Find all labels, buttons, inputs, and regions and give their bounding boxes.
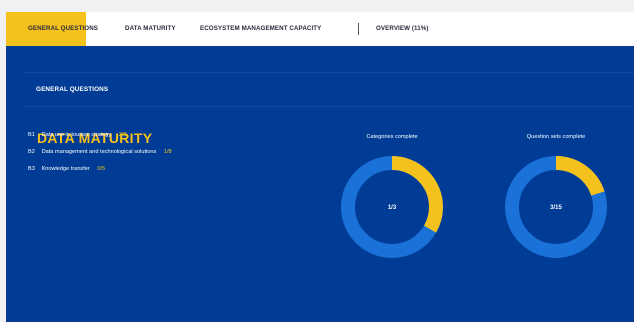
- tab-ecosystem-management-capacity[interactable]: ECOSYSTEM MANAGEMENT CAPACITY: [200, 12, 321, 46]
- category-label: Data use in tourism strategy: [41, 132, 112, 138]
- category-list: B1 Data use in tourism strategy 2/2 B2 D…: [28, 132, 172, 183]
- category-item-b1[interactable]: B1 Data use in tourism strategy 2/2: [28, 132, 172, 149]
- category-code: B3: [28, 166, 35, 172]
- category-code: B2: [28, 149, 35, 155]
- category-item-b3[interactable]: B3 Knowledge transfer 0/5: [28, 166, 172, 183]
- chart-title: Categories complete: [366, 134, 418, 140]
- category-code: B1: [28, 132, 35, 138]
- category-item-b2[interactable]: B2 Data management and technological sol…: [28, 149, 172, 166]
- category-label: Data management and technological soluti…: [41, 149, 157, 155]
- divider-line: [24, 72, 634, 73]
- tab-general-questions[interactable]: GENERAL QUESTIONS: [28, 12, 98, 46]
- category-progress: 0/5: [97, 166, 106, 172]
- donut-center-label: 3/15: [550, 205, 562, 211]
- categories-complete-chart: Categories complete 1/3: [337, 134, 447, 259]
- divider-line: [24, 106, 634, 107]
- question-sets-complete-chart: Question sets complete 3/15: [501, 134, 611, 259]
- chart-title: Question sets complete: [526, 134, 586, 140]
- donut-chart: 1/3: [341, 156, 443, 258]
- tab-divider: [358, 23, 359, 35]
- category-progress: 1/8: [163, 149, 172, 155]
- category-label: Knowledge transfer: [41, 166, 90, 172]
- tab-overview[interactable]: OVERVIEW (11%): [376, 12, 429, 46]
- section-label: GENERAL QUESTIONS: [36, 86, 109, 93]
- category-progress: 2/2: [118, 132, 127, 138]
- donut-chart: 3/15: [505, 156, 607, 258]
- donut-center-label: 1/3: [388, 205, 397, 211]
- tab-bar: GENERAL QUESTIONS DATA MATURITY ECOSYSTE…: [6, 12, 634, 46]
- app-frame: GENERAL QUESTIONS DATA MATURITY ECOSYSTE…: [0, 0, 634, 322]
- tab-data-maturity[interactable]: DATA MATURITY: [125, 12, 176, 46]
